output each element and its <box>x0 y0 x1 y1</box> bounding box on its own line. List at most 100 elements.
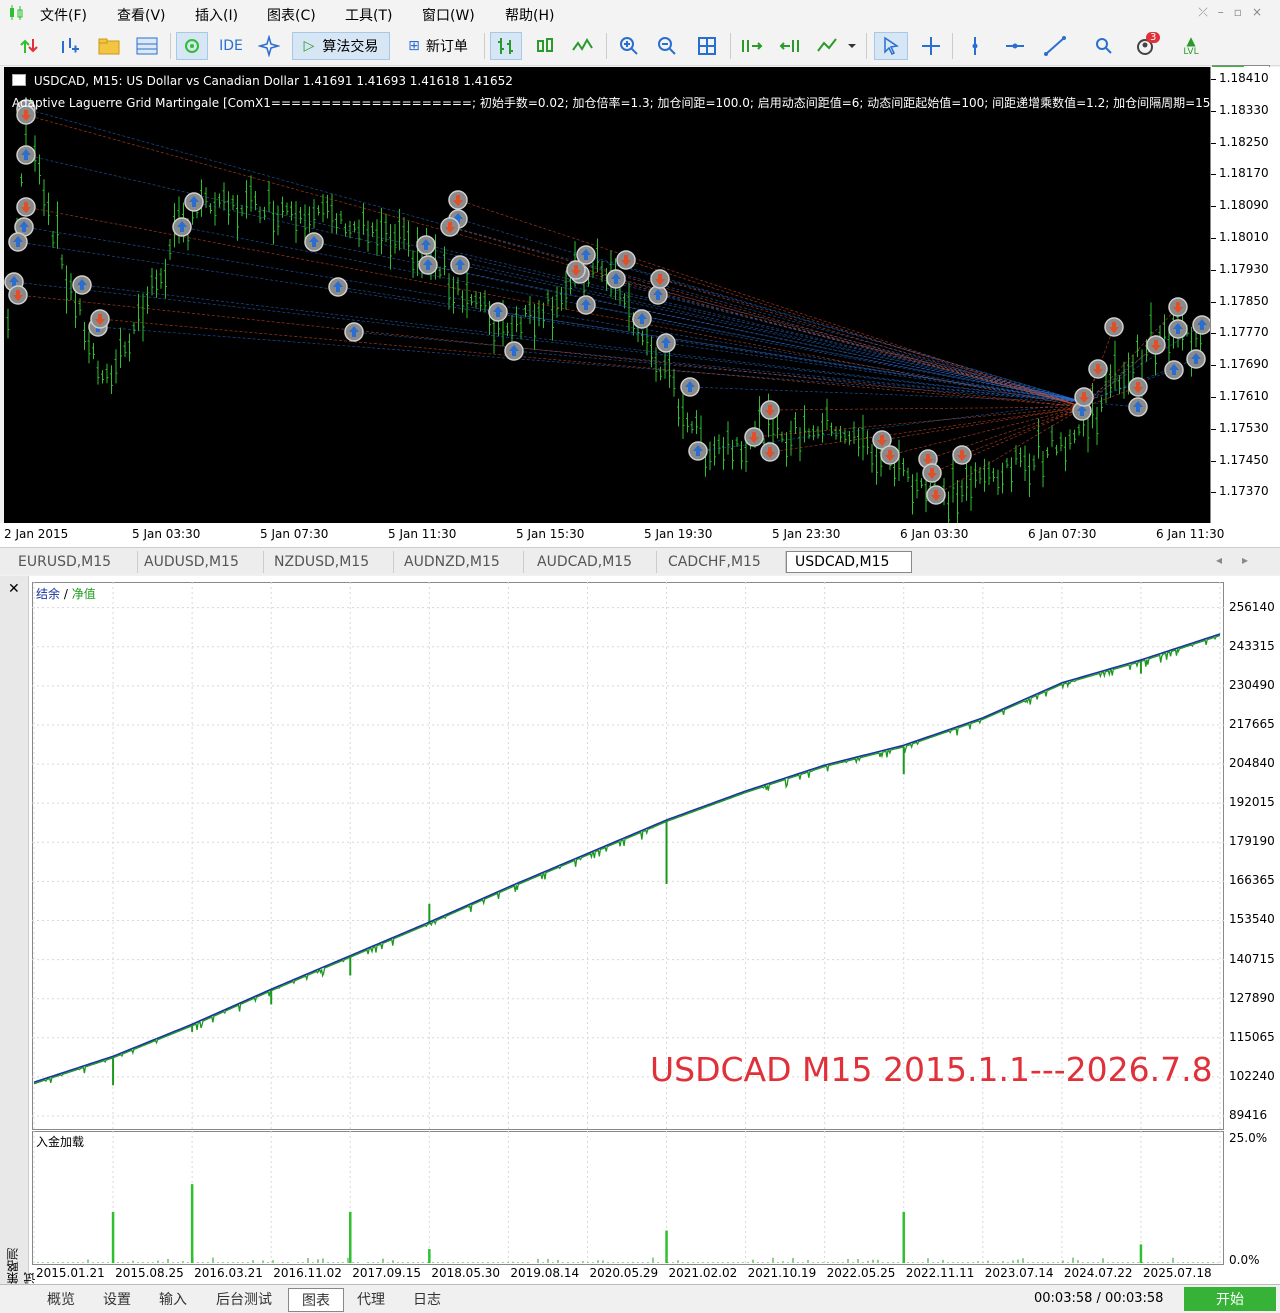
trade-link-line <box>769 406 1085 411</box>
price-tick: 1.17530 <box>1219 420 1269 435</box>
date-tick-label: 2017.09.15 <box>352 1266 421 1280</box>
chevron-left-icon[interactable]: ◂ <box>1216 553 1242 567</box>
deposit-load-axis: 25.0% 0.0% <box>1224 1131 1280 1267</box>
tab-inputs[interactable]: 输入 <box>146 1288 200 1310</box>
menu-charts[interactable]: 图表(C) <box>267 5 316 25</box>
sparkle-icon[interactable] <box>254 32 284 60</box>
search-icon[interactable] <box>1090 32 1118 60</box>
chart-shift-icon[interactable] <box>774 32 806 60</box>
trade-link-line <box>753 406 1085 438</box>
date-tick-label: 2015.01.21 <box>36 1266 105 1280</box>
price-tick-mark <box>1211 492 1216 494</box>
tab-audnzd[interactable]: AUDNZD,M15 <box>396 551 524 573</box>
window-controls[interactable]: ⤫–▫× <box>1198 5 1272 20</box>
algo-settings-icon[interactable] <box>176 32 208 60</box>
symbol-tabs: EURUSD,M15 AUDUSD,M15 NZDUSD,M15 AUDNZD,… <box>0 547 1280 574</box>
restore-child-icon[interactable]: ⤫ <box>1198 5 1218 19</box>
tab-scroll-arrows[interactable]: ◂▸ <box>1216 553 1268 567</box>
trendline-icon[interactable] <box>1040 32 1070 60</box>
candlestick-icon[interactable] <box>530 32 560 60</box>
account-notifications-icon[interactable]: 3 <box>1128 32 1164 60</box>
line-chart-icon[interactable] <box>568 32 598 60</box>
tab-audusd[interactable]: AUDUSD,M15 <box>136 551 264 573</box>
menu-help[interactable]: 帮助(H) <box>505 5 554 25</box>
price-tick: 1.17770 <box>1219 325 1269 340</box>
time-tick: 6 Jan 03:30 <box>900 527 969 541</box>
price-tick-mark <box>1211 301 1216 303</box>
menu-tools[interactable]: 工具(T) <box>345 5 392 25</box>
trade-link-line <box>25 108 1085 403</box>
deposit-load-chart <box>33 1131 1221 1265</box>
algo-trading-button[interactable]: ▷ 算法交易 <box>292 32 390 60</box>
tab-backtest[interactable]: 后台测试 <box>202 1288 286 1310</box>
tab-settings[interactable]: 设置 <box>90 1288 144 1310</box>
maximize-icon[interactable]: ▫ <box>1234 5 1252 19</box>
bar-chart-icon[interactable] <box>490 32 522 60</box>
elapsed-time: 00:03:58 / 00:03:58 <box>1034 1291 1164 1306</box>
menu-insert[interactable]: 插入(I) <box>195 5 238 25</box>
profiles-folder-icon[interactable] <box>94 32 124 60</box>
time-tick: 5 Jan 03:30 <box>132 527 201 541</box>
balance-tick-label: 243315 <box>1229 638 1275 653</box>
tile-windows-icon[interactable] <box>692 32 722 60</box>
price-chart-canvas[interactable] <box>4 67 1210 523</box>
tab-nzdusd[interactable]: NZDUSD,M15 <box>266 551 394 573</box>
time-tick: 5 Jan 11:30 <box>388 527 457 541</box>
time-tick: 5 Jan 19:30 <box>644 527 713 541</box>
horizontal-line-icon[interactable] <box>1000 32 1030 60</box>
time-axis[interactable]: 2 Jan 2015 5 Jan 03:30 5 Jan 07:30 5 Jan 11… <box>0 523 1280 547</box>
price-tick-mark <box>1211 142 1216 144</box>
chart-symbol-icon <box>12 74 26 86</box>
trade-link-line <box>25 206 1085 408</box>
close-icon[interactable]: ✕ <box>8 581 20 597</box>
play-icon: ▷ <box>303 38 315 54</box>
add-chart-icon[interactable] <box>54 32 84 60</box>
date-tick-label: 2022.05.25 <box>826 1266 896 1280</box>
zoom-in-icon[interactable] <box>614 32 644 60</box>
tab-journal[interactable]: 日志 <box>400 1288 454 1310</box>
trade-link-line <box>353 331 1085 403</box>
price-tick: 1.18090 <box>1219 198 1269 213</box>
toolbar: IDE ▷ 算法交易 ⊞ 新订单 3 ▲ LVL <box>0 27 1280 81</box>
price-axis[interactable]: 1.18410 1.18330 1.18250 1.18170 1.18090 1.180… <box>1210 67 1280 523</box>
tab-cadchf[interactable]: CADCHF,M15 <box>660 551 786 573</box>
price-tick: 1.18170 <box>1219 166 1269 181</box>
tab-overview[interactable]: 概览 <box>34 1288 88 1310</box>
tester-side-strip: ✕ 策略测试 <box>0 576 37 1284</box>
date-tick-label: 2019.08.14 <box>510 1266 580 1280</box>
date-tick-label: 2022.11.11 <box>905 1266 975 1280</box>
menu-window[interactable]: 窗口(W) <box>422 5 475 25</box>
start-button[interactable]: 开始 <box>1184 1287 1276 1311</box>
balance-tick-label: 204840 <box>1229 756 1275 771</box>
cursor-icon[interactable] <box>874 32 908 60</box>
vertical-line-icon[interactable] <box>960 32 990 60</box>
new-order-button[interactable]: ⊞ 新订单 <box>396 32 480 60</box>
tab-usdcad[interactable]: USDCAD,M15 <box>786 551 912 573</box>
zoom-out-icon[interactable] <box>652 32 682 60</box>
tab-audcad[interactable]: AUDCAD,M15 <box>529 551 657 573</box>
lvl-icon[interactable]: ▲ LVL <box>1176 32 1206 60</box>
tab-agents[interactable]: 代理 <box>344 1288 398 1310</box>
balance-tick-label: 179190 <box>1229 834 1275 849</box>
balance-equity-chart <box>32 582 1224 1130</box>
minimize-icon[interactable]: – <box>1218 5 1234 19</box>
market-watch-icon[interactable] <box>132 32 162 60</box>
menu-file[interactable]: 文件(F) <box>40 5 87 25</box>
autoscroll-icon[interactable] <box>736 32 768 60</box>
chevron-right-icon[interactable]: ▸ <box>1242 553 1268 567</box>
crosshair-icon[interactable] <box>916 32 946 60</box>
time-tick: 5 Jan 15:30 <box>516 527 585 541</box>
price-tick: 1.18010 <box>1219 230 1269 244</box>
price-chart[interactable]: USDCAD, M15: US Dollar vs Canadian Dolla… <box>4 67 1210 523</box>
ide-button[interactable]: IDE <box>214 32 248 60</box>
new-order-arrows-icon[interactable] <box>14 32 44 60</box>
trade-link-line <box>425 244 1085 403</box>
close-icon[interactable]: × <box>1252 5 1272 19</box>
trade-link-line <box>449 226 1085 408</box>
price-tick: 1.18250 <box>1219 134 1269 149</box>
tab-graph[interactable]: 图表 <box>288 1288 344 1312</box>
menu-view[interactable]: 查看(V) <box>117 5 166 25</box>
tab-eurusd[interactable]: EURUSD,M15 <box>10 551 138 573</box>
indicators-dropdown-icon[interactable] <box>812 32 860 60</box>
balance-tick-label: 217665 <box>1229 716 1275 731</box>
